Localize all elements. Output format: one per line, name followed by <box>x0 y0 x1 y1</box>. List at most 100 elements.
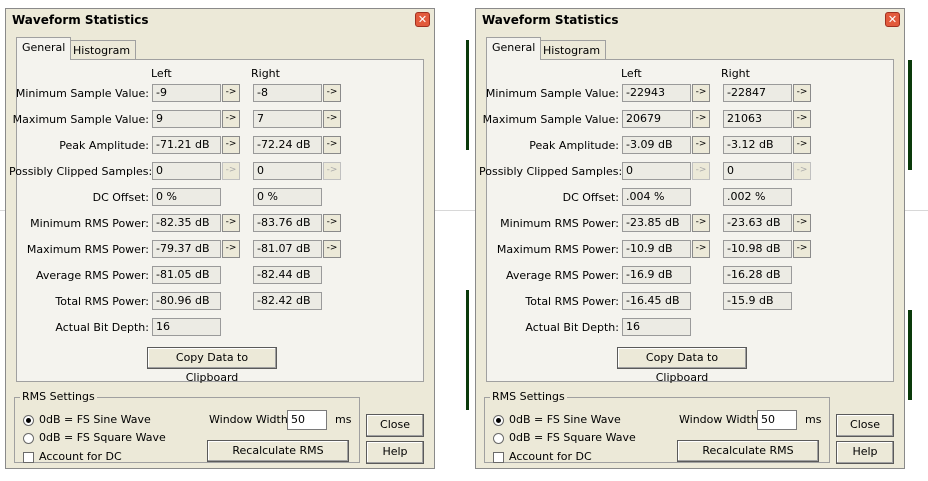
left-value-field: -23.85 dB <box>622 214 691 232</box>
tab-label: Histogram <box>73 44 131 57</box>
column-header-left: Left <box>151 67 172 80</box>
go-to-left-arrow-button[interactable]: -> <box>692 162 710 180</box>
right-value-field: -81.07 dB <box>253 240 322 258</box>
waveform-left-edge <box>466 40 469 150</box>
row-label: Minimum Sample Value: <box>15 87 149 100</box>
right-value-field: 7 <box>253 110 322 128</box>
column-header-left: Left <box>621 67 642 80</box>
column-header-right: Right <box>721 67 750 80</box>
left-value-field: -16.9 dB <box>622 266 691 284</box>
left-value-field: -81.05 dB <box>152 266 221 284</box>
square-wave-radio[interactable] <box>23 433 34 444</box>
button-label: Recalculate RMS <box>702 444 794 457</box>
right-value-field: 0 <box>253 162 322 180</box>
left-value-field: .004 % <box>622 188 691 206</box>
go-to-left-arrow-button[interactable]: -> <box>222 84 240 102</box>
close-icon[interactable]: ✕ <box>415 12 430 27</box>
go-to-left-arrow-button[interactable]: -> <box>692 84 710 102</box>
sine-wave-label: 0dB = FS Sine Wave <box>39 413 151 426</box>
close-icon[interactable]: ✕ <box>885 12 900 27</box>
help-button[interactable]: Help <box>836 441 894 464</box>
go-to-left-arrow-button[interactable]: -> <box>222 136 240 154</box>
go-to-right-arrow-button[interactable]: -> <box>323 136 341 154</box>
copy-data-button[interactable]: Copy Data to Clipboard <box>617 347 747 384</box>
tab-general[interactable]: General <box>486 37 542 60</box>
go-to-left-arrow-button[interactable]: -> <box>692 214 710 232</box>
sine-wave-radio[interactable] <box>493 415 504 426</box>
go-to-left-arrow-button[interactable]: -> <box>222 162 240 180</box>
go-to-right-arrow-button[interactable]: -> <box>323 110 341 128</box>
rms-settings-label: RMS Settings <box>490 390 567 403</box>
waveform-statistics-dialog-1: Waveform Statistics ✕ General Histogram … <box>5 8 435 469</box>
close-button[interactable]: Close <box>836 414 894 437</box>
dialog-title: Waveform Statistics <box>12 13 149 27</box>
go-to-left-arrow-button[interactable]: -> <box>222 214 240 232</box>
window-width-input[interactable]: 50 <box>757 410 797 430</box>
go-to-left-arrow-button[interactable]: -> <box>692 136 710 154</box>
go-to-left-arrow-button[interactable]: -> <box>222 240 240 258</box>
sine-wave-radio[interactable] <box>23 415 34 426</box>
window-width-input[interactable]: 50 <box>287 410 327 430</box>
window-width-unit: ms <box>335 413 352 426</box>
left-value-field: -82.35 dB <box>152 214 221 232</box>
window-width-unit: ms <box>805 413 822 426</box>
go-to-right-arrow-button[interactable]: -> <box>323 84 341 102</box>
close-button[interactable]: Close <box>366 414 424 437</box>
left-value-field: -16.45 dB <box>622 292 691 310</box>
title-bar[interactable]: Waveform Statistics ✕ <box>476 9 904 31</box>
row-label: Minimum RMS Power: <box>500 217 619 230</box>
right-value-field: .002 % <box>723 188 792 206</box>
go-to-right-arrow-button[interactable]: -> <box>323 162 341 180</box>
go-to-left-arrow-button[interactable]: -> <box>222 110 240 128</box>
button-label: Help <box>852 445 878 458</box>
row-label: DC Offset: <box>562 191 619 204</box>
account-for-dc-checkbox[interactable] <box>493 452 504 463</box>
button-label: Close <box>380 418 410 431</box>
right-value-field: -72.24 dB <box>253 136 322 154</box>
left-value-field: -9 <box>152 84 221 102</box>
help-button[interactable]: Help <box>366 441 424 464</box>
tab-histogram[interactable]: Histogram <box>537 40 607 59</box>
left-value-field: -80.96 dB <box>152 292 221 310</box>
copy-data-button[interactable]: Copy Data to Clipboard <box>147 347 277 384</box>
go-to-right-arrow-button[interactable]: -> <box>323 214 341 232</box>
sine-wave-label: 0dB = FS Sine Wave <box>509 413 621 426</box>
left-value-field: 0 <box>152 162 221 180</box>
row-label: Possibly Clipped Samples: <box>479 165 623 178</box>
left-value-field: 9 <box>152 110 221 128</box>
left-value-field: -10.9 dB <box>622 240 691 258</box>
left-value-field: -71.21 dB <box>152 136 221 154</box>
go-to-right-arrow-button[interactable]: -> <box>323 240 341 258</box>
right-value-field: 0 <box>723 162 792 180</box>
title-bar[interactable]: Waveform Statistics ✕ <box>6 9 434 31</box>
recalculate-rms-button[interactable]: Recalculate RMS <box>207 440 349 462</box>
go-to-right-arrow-button[interactable]: -> <box>793 214 811 232</box>
go-to-left-arrow-button[interactable]: -> <box>692 240 710 258</box>
row-label: Maximum Sample Value: <box>482 113 619 126</box>
button-label: Copy Data to Clipboard <box>175 351 249 384</box>
tab-histogram[interactable]: Histogram <box>67 40 137 59</box>
right-value-field: 21063 <box>723 110 792 128</box>
left-value-field: -79.37 dB <box>152 240 221 258</box>
go-to-right-arrow-button[interactable]: -> <box>793 240 811 258</box>
rms-settings-label: RMS Settings <box>20 390 97 403</box>
square-wave-radio[interactable] <box>493 433 504 444</box>
row-label: Maximum RMS Power: <box>496 243 619 256</box>
account-for-dc-label: Account for DC <box>509 450 592 463</box>
row-label: Possibly Clipped Samples: <box>9 165 153 178</box>
go-to-right-arrow-button[interactable]: -> <box>793 162 811 180</box>
tab-general[interactable]: General <box>16 37 72 60</box>
go-to-left-arrow-button[interactable]: -> <box>692 110 710 128</box>
go-to-right-arrow-button[interactable]: -> <box>793 84 811 102</box>
go-to-right-arrow-button[interactable]: -> <box>793 136 811 154</box>
window-width-label: Window Width: <box>679 413 762 426</box>
account-for-dc-checkbox[interactable] <box>23 452 34 463</box>
row-label: Average RMS Power: <box>505 269 619 282</box>
right-value-field: 0 % <box>253 188 322 206</box>
row-label: Minimum RMS Power: <box>30 217 149 230</box>
rms-settings-group: RMS Settings 0dB = FS Sine Wave 0dB = FS… <box>14 390 360 463</box>
go-to-right-arrow-button[interactable]: -> <box>793 110 811 128</box>
tab-label: General <box>22 41 66 54</box>
recalculate-rms-button[interactable]: Recalculate RMS <box>677 440 819 462</box>
row-label: Total RMS Power: <box>525 295 619 308</box>
